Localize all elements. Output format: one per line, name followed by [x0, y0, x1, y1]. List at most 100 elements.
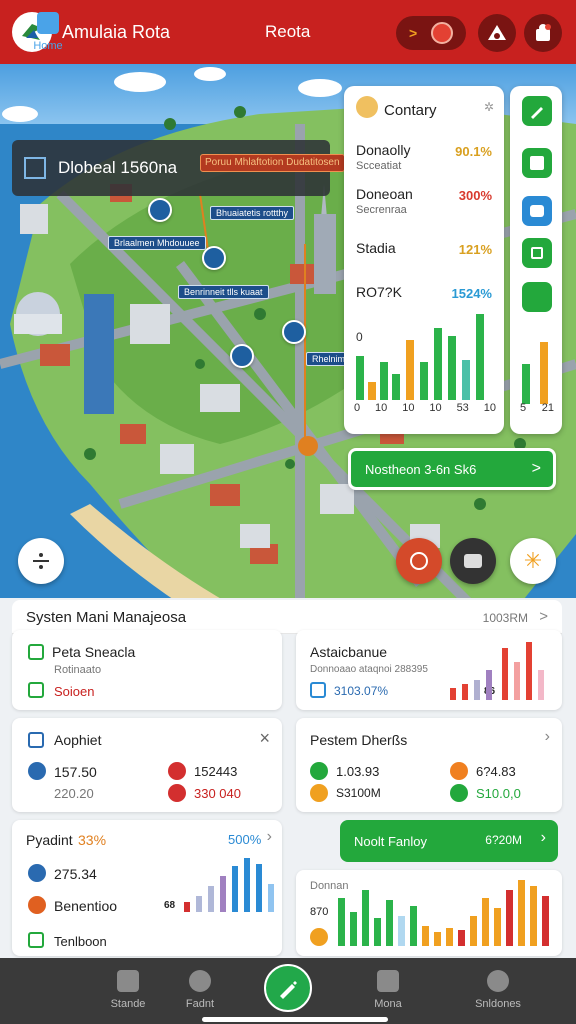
- card-title-pct: 33%: [78, 832, 107, 848]
- search-icon: [189, 970, 211, 992]
- nav-label: Home: [33, 40, 63, 52]
- stat-icon: [28, 864, 46, 882]
- axis-tick: 0: [354, 402, 361, 414]
- document-icon: [530, 156, 544, 170]
- stats-card: Contary ✲ Donaolly Scceatiat 90.1% Doneo…: [344, 86, 504, 434]
- list-icon: [28, 932, 44, 948]
- stat-value: 6?4.83: [476, 764, 516, 779]
- chart-value: 870: [310, 906, 329, 918]
- panel-meta: 1003RM: [482, 611, 528, 625]
- card-value: 3103.07%: [334, 684, 389, 698]
- nav-stande[interactable]: Stande: [88, 966, 168, 1010]
- card-pestem[interactable]: Pestem Dherßs › 1.03.93 S3100M 6?4.83 S1…: [296, 718, 562, 812]
- stat-row: RO7?K 1524%: [356, 284, 498, 301]
- chart-icon: [310, 682, 326, 698]
- card-sub: Donnoaao ataqnoi 288395: [310, 664, 428, 675]
- card-pyadint[interactable]: Pyadint 33% 500% › 275.34 Benentioo Tenl…: [12, 820, 282, 956]
- notification-pill[interactable]: >: [396, 16, 466, 50]
- axis-tick: 10: [429, 402, 442, 414]
- trophy-icon: [356, 96, 378, 118]
- map-tag[interactable]: Benrinneit tlls kuaat: [178, 285, 269, 299]
- card-aophiet[interactable]: Aophiet × 157.50 220.20 152443 330 040: [12, 718, 282, 812]
- tag-icon: [531, 247, 543, 259]
- card-analytics[interactable]: Astaicbanue Donnoaao ataqnoi 288395 3103…: [296, 630, 562, 710]
- settings-icon[interactable]: ✲: [484, 100, 494, 114]
- axis-tick: 53: [456, 402, 469, 414]
- map-pin-icon[interactable]: [230, 344, 254, 368]
- stat-icon: [168, 784, 186, 802]
- zoom-button[interactable]: [18, 538, 64, 584]
- axis-tick: 10: [483, 402, 496, 414]
- stat-sub: Scceatiat: [356, 160, 402, 172]
- transit-button[interactable]: [522, 196, 552, 226]
- sun-button[interactable]: ✳: [510, 538, 556, 584]
- page-title: Reota: [265, 22, 311, 41]
- axis-tick: 21: [541, 402, 554, 414]
- card-status[interactable]: Peta Sneacla Rotinaato Soioen: [12, 630, 282, 710]
- close-icon[interactable]: ×: [259, 728, 270, 749]
- axis-tick: 10: [375, 402, 388, 414]
- divide-icon: [33, 553, 49, 569]
- map-pin-icon[interactable]: [202, 246, 226, 270]
- chevron-right-icon[interactable]: ›: [267, 828, 272, 846]
- home-indicator[interactable]: [202, 1017, 388, 1022]
- card-chart[interactable]: Donnan 870: [296, 870, 562, 956]
- edit-button[interactable]: [522, 96, 552, 126]
- bus-icon: [530, 205, 544, 217]
- chevron-right-icon[interactable]: ›: [545, 728, 550, 746]
- card-title: Astaicbanue: [310, 644, 388, 660]
- stat-value: 1524%: [451, 286, 492, 301]
- stat-row: Doneoan Secrenraa 300%: [356, 186, 498, 216]
- stat-icon: [310, 784, 328, 802]
- building-icon: [24, 157, 46, 179]
- stat-value: 1.03.93: [336, 764, 380, 779]
- map-pin-icon[interactable]: [148, 198, 172, 222]
- check-icon: [28, 682, 44, 698]
- map-layers-button[interactable]: [478, 14, 516, 52]
- nav-label: Mona: [374, 998, 402, 1010]
- nav-home[interactable]: Home: [8, 8, 88, 52]
- profile-button[interactable]: [524, 14, 562, 52]
- chevron-right-icon: >: [408, 25, 418, 41]
- nav-search[interactable]: Fadnt: [160, 966, 240, 1010]
- stat-value: 157.50: [54, 764, 97, 780]
- stat-value: 121%: [458, 242, 492, 257]
- nav-label: Snldones: [475, 998, 521, 1010]
- stat-icon: [450, 784, 468, 802]
- chart-x-axis: 0 10 10 10 53 10: [354, 402, 496, 414]
- tools-icon: [410, 552, 428, 570]
- nav-mona[interactable]: Mona: [348, 966, 428, 1010]
- analytics-bar-chart: [450, 642, 544, 700]
- panel-title: Systen Mani Manajeosa: [26, 609, 187, 626]
- axis-tick: 5: [520, 402, 527, 414]
- map-tag[interactable]: Brlaalmen Mhdouuee: [108, 236, 206, 250]
- card-title: Pestem Dherßs: [310, 732, 408, 748]
- sun-icon: ✳: [523, 548, 543, 573]
- side-actions: 5 21: [510, 86, 562, 434]
- home-icon: [37, 12, 59, 34]
- chevron-right-icon: >: [531, 460, 541, 477]
- stat-sub: Secrenraa: [356, 204, 407, 216]
- tag-button[interactable]: [522, 238, 552, 268]
- stat-value: Tenlboon: [54, 934, 107, 949]
- nav-label: Fadnt: [185, 998, 215, 1010]
- nav-edit-button[interactable]: [264, 964, 312, 1012]
- nav-snldones[interactable]: Snldones: [458, 966, 538, 1010]
- chevron-right-icon[interactable]: >: [539, 608, 548, 625]
- map-pin-icon[interactable]: [282, 320, 306, 344]
- route-button[interactable]: Nostheon 3-6n Sk6 >: [348, 448, 556, 490]
- vehicle-button[interactable]: [450, 538, 496, 584]
- tools-button[interactable]: [396, 538, 442, 584]
- card-title: Pyadint: [26, 832, 73, 848]
- fan-policy-button[interactable]: Noolt Fanloy 6?20M ›: [340, 820, 558, 862]
- action-button[interactable]: [522, 282, 552, 312]
- stat-icon: [310, 762, 328, 780]
- stat-sub: S3100M: [336, 786, 381, 800]
- stat-sub: 330 040: [194, 786, 241, 801]
- stat-icon: [168, 762, 186, 780]
- stat-sub: S10.0,0: [476, 786, 521, 801]
- map-tag[interactable]: Bhuaiatetis rottthy: [210, 206, 295, 220]
- card-title: Aophiet: [54, 732, 102, 748]
- axis-tick: 10: [402, 402, 415, 414]
- notes-button[interactable]: [522, 148, 552, 178]
